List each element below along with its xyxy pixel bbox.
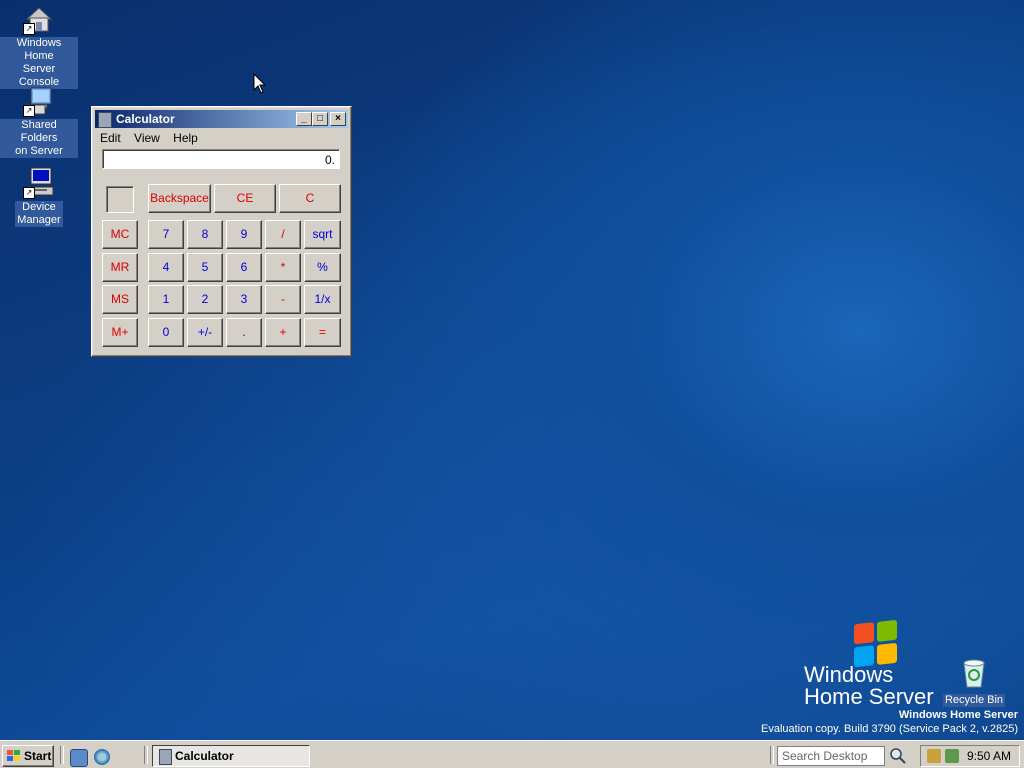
search-desktop-input[interactable]: Search Desktop — [777, 746, 885, 766]
calculator-titlebar[interactable]: Calculator _ □ × — [95, 110, 348, 128]
digit-9-button[interactable]: 9 — [226, 220, 262, 249]
recycle-bin-label: Recycle Bin — [942, 694, 1006, 707]
clear-button[interactable]: C — [279, 184, 341, 213]
menu-help[interactable]: Help — [168, 129, 203, 147]
maximize-button[interactable]: □ — [312, 112, 328, 126]
digit-3-button[interactable]: 3 — [226, 285, 262, 314]
equals-button[interactable]: = — [304, 318, 341, 347]
menu-bar: Edit View Help — [95, 129, 348, 147]
tray-tools-icon[interactable] — [927, 749, 941, 763]
close-button[interactable]: × — [330, 112, 346, 126]
brand-line2: Home Server — [804, 684, 934, 709]
negate-button[interactable]: +/- — [187, 318, 223, 347]
memory-indicator — [106, 186, 134, 213]
taskbar-separator — [144, 746, 148, 764]
memory-store-button[interactable]: MS — [102, 285, 138, 314]
show-desktop-icon[interactable] — [70, 749, 88, 767]
desktop-icon-device-manager[interactable]: ↗ Device Manager — [0, 167, 78, 227]
recycle-bin-icon — [963, 659, 985, 688]
digit-2-button[interactable]: 2 — [187, 285, 223, 314]
memory-clear-button[interactable]: MC — [102, 220, 138, 249]
taskbar-separator — [770, 746, 774, 764]
internet-explorer-icon[interactable] — [94, 749, 110, 765]
digit-4-button[interactable]: 4 — [148, 253, 184, 282]
device-manager-icon: ↗ — [23, 167, 55, 199]
digit-8-button[interactable]: 8 — [187, 220, 223, 249]
digit-1-button[interactable]: 1 — [148, 285, 184, 314]
subtract-button[interactable]: - — [265, 285, 301, 314]
divide-button[interactable]: / — [265, 220, 301, 249]
digit-6-button[interactable]: 6 — [226, 253, 262, 282]
digit-0-button[interactable]: 0 — [148, 318, 184, 347]
shortcut-arrow-icon: ↗ — [23, 105, 35, 117]
shortcut-arrow-icon: ↗ — [23, 23, 35, 35]
eval-title: Windows Home Server — [898, 709, 1018, 721]
memory-add-button[interactable]: M+ — [102, 318, 138, 347]
multiply-button[interactable]: * — [265, 253, 301, 282]
start-button[interactable]: Start — [2, 745, 54, 767]
desktop-icon-recycle-bin[interactable]: Recycle Bin — [942, 657, 1006, 707]
taskbar-calculator-button[interactable]: Calculator — [152, 745, 310, 767]
minimize-button[interactable]: _ — [296, 112, 312, 126]
sqrt-button[interactable]: sqrt — [304, 220, 341, 249]
memory-recall-button[interactable]: MR — [102, 253, 138, 282]
reciprocal-button[interactable]: 1/x — [304, 285, 341, 314]
system-tray: 9:50 AM — [920, 745, 1020, 767]
icon-label-line2: on Server — [15, 145, 63, 157]
icon-label-line1: Device — [22, 201, 56, 213]
backspace-button[interactable]: Backspace — [148, 184, 211, 213]
calculator-display: 0. — [102, 149, 340, 169]
mouse-cursor-icon — [253, 73, 267, 94]
window-title: Calculator — [116, 112, 175, 126]
percent-button[interactable]: % — [304, 253, 341, 282]
menu-edit[interactable]: Edit — [95, 129, 126, 147]
calculator-window[interactable]: Calculator _ □ × Edit View Help 0. Backs… — [91, 106, 352, 357]
start-label: Start — [24, 749, 52, 763]
eval-build-text: Evaluation copy. Build 3790 (Service Pac… — [760, 723, 1018, 735]
windows-home-server-logo: Windows Home Server — [804, 619, 944, 715]
calculator-icon — [98, 112, 112, 128]
search-icon[interactable] — [888, 746, 908, 766]
clear-entry-button[interactable]: CE — [214, 184, 276, 213]
home-server-icon: ↗ — [23, 3, 55, 35]
digit-7-button[interactable]: 7 — [148, 220, 184, 249]
icon-label-line1: Shared Folders — [20, 119, 58, 144]
decimal-point-button[interactable]: . — [226, 318, 262, 347]
desktop-icon-home-server-console[interactable]: ↗ Windows Home Server Console — [0, 3, 78, 89]
shortcut-arrow-icon: ↗ — [23, 187, 35, 199]
task-label: Calculator — [175, 749, 234, 763]
taskbar: Start Calculator Search Desktop 9:50 AM — [0, 740, 1024, 768]
desktop-icon-shared-folders[interactable]: ↗ Shared Folders on Server — [0, 85, 78, 158]
menu-view[interactable]: View — [129, 129, 165, 147]
icon-label-line2: Manager — [17, 214, 61, 226]
digit-5-button[interactable]: 5 — [187, 253, 223, 282]
add-button[interactable]: + — [265, 318, 301, 347]
clock: 9:50 AM — [966, 749, 1011, 763]
icon-label-line1: Windows Home — [16, 37, 62, 62]
windows-logo-icon — [7, 750, 21, 762]
shared-folders-icon: ↗ — [23, 85, 55, 117]
taskbar-separator — [60, 746, 64, 764]
calculator-icon — [159, 749, 172, 765]
tray-network-icon[interactable] — [945, 749, 959, 763]
